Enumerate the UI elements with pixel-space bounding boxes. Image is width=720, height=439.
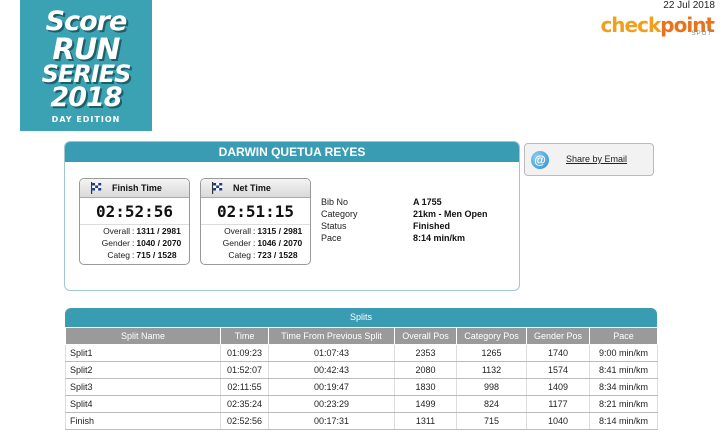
- logo-line-year: 2018: [50, 82, 122, 113]
- cell-category-pos: 715: [456, 412, 527, 430]
- athlete-panel: DARWIN QUETUA REYES Finish Time 02:52:56…: [64, 141, 520, 291]
- col-time-from-prev: Time From Previous Split: [268, 327, 395, 345]
- bib-value: A 1755: [413, 197, 442, 207]
- pace-value: 8:14 min/km: [413, 233, 466, 243]
- finish-overall-value: 1311 / 2981: [136, 226, 181, 236]
- cell-overall-pos: 2080: [394, 361, 457, 379]
- net-overall-value: 1315 / 2981: [257, 226, 303, 236]
- cell-overall-pos: 1830: [394, 378, 457, 396]
- bib-label: Bib No: [321, 197, 349, 207]
- cell-pace: 8:34 min/km: [589, 378, 658, 396]
- finish-time-label: Finish Time: [112, 183, 162, 193]
- cell-gender-pos: 1409: [526, 378, 590, 396]
- col-gender-pos: Gender Pos: [526, 327, 590, 345]
- net-time-label: Net Time: [233, 183, 271, 193]
- net-gender-value: 1046 / 2070: [257, 238, 303, 248]
- cell-overall-pos: 2353: [394, 344, 457, 362]
- checkered-flag-icon: [91, 182, 102, 194]
- cell-split-name: Split4: [65, 395, 221, 413]
- event-date: 22 Jul 2018: [663, 0, 715, 11]
- cell-gender-pos: 1177: [526, 395, 590, 413]
- cell-split-name: Split1: [65, 344, 221, 362]
- net-categ-label: Categ: [228, 250, 251, 260]
- table-row: Finish 02:52:56 00:17:31 1311 715 1040 8…: [65, 412, 658, 430]
- cell-time: 02:35:24: [220, 395, 269, 413]
- cell-pace: 8:14 min/km: [589, 412, 658, 430]
- checkpoint-spot-logo: checkpoint SPOT: [600, 13, 715, 39]
- cell-time: 01:09:23: [220, 344, 269, 362]
- col-split-name: Split Name: [65, 327, 221, 345]
- cell-time: 02:52:56: [220, 412, 269, 430]
- athlete-name: DARWIN QUETUA REYES: [65, 142, 519, 162]
- finish-categ-value: 715 / 1528: [136, 250, 177, 260]
- net-gender-label: Gender: [222, 238, 251, 248]
- col-pace: Pace: [589, 327, 658, 345]
- cell-gender-pos: 1040: [526, 412, 590, 430]
- net-overall-label: Overall: [224, 226, 251, 236]
- finish-gender-label: Gender: [101, 238, 130, 248]
- share-by-email-link[interactable]: Share by Email: [566, 154, 627, 164]
- finish-time-box: Finish Time 02:52:56 Overall:1311 / 2981…: [79, 178, 190, 265]
- cell-time: 01:52:07: [220, 361, 269, 379]
- cell-time: 02:11:55: [220, 378, 269, 396]
- splits-title: Splits: [65, 308, 657, 327]
- cell-overall-pos: 1499: [394, 395, 457, 413]
- finish-gender-value: 1040 / 2070: [136, 238, 182, 248]
- table-row: Split1 01:09:23 01:07:43 2353 1265 1740 …: [65, 344, 658, 362]
- status-label: Status: [321, 221, 347, 231]
- col-category-pos: Category Pos: [456, 327, 527, 345]
- table-row: Split2 01:52:07 00:42:43 2080 1132 1574 …: [65, 361, 658, 379]
- net-time-value: 02:51:15: [216, 202, 295, 221]
- cell-time-from-prev: 00:42:43: [268, 361, 395, 379]
- cell-split-name: Finish: [65, 412, 221, 430]
- cell-pace: 8:41 min/km: [589, 361, 658, 379]
- email-at-icon: @: [531, 151, 549, 169]
- cell-split-name: Split3: [65, 378, 221, 396]
- table-row: Split3 02:11:55 00:19:47 1830 998 1409 8…: [65, 378, 658, 396]
- cell-category-pos: 998: [456, 378, 527, 396]
- cell-pace: 8:21 min/km: [589, 395, 658, 413]
- cell-overall-pos: 1311: [394, 412, 457, 430]
- checkered-flag-icon: [212, 182, 223, 194]
- net-time-box: Net Time 02:51:15 Overall:1315 / 2981 Ge…: [200, 178, 311, 265]
- brand-part-1: check: [600, 13, 661, 37]
- col-overall-pos: Overall Pos: [394, 327, 457, 345]
- net-categ-value: 723 / 1528: [257, 250, 298, 260]
- cell-time-from-prev: 00:19:47: [268, 378, 395, 396]
- share-email-box[interactable]: @ Share by Email: [524, 143, 654, 176]
- cell-category-pos: 824: [456, 395, 527, 413]
- splits-table: Split Name Time Time From Previous Split…: [65, 327, 658, 430]
- cell-category-pos: 1265: [456, 344, 527, 362]
- athlete-info: Bib No A 1755 Category 21km - Men Open Sta…: [321, 196, 488, 244]
- cell-time-from-prev: 00:23:29: [268, 395, 395, 413]
- col-time: Time: [220, 327, 269, 345]
- status-value: Finished: [413, 221, 451, 231]
- cell-gender-pos: 1740: [526, 344, 590, 362]
- cell-category-pos: 1132: [456, 361, 527, 379]
- finish-overall-label: Overall: [103, 226, 130, 236]
- cell-pace: 9:00 min/km: [589, 344, 658, 362]
- cell-split-name: Split2: [65, 361, 221, 379]
- category-value: 21km - Men Open: [413, 209, 488, 219]
- logo-edition: DAY EDITION: [51, 115, 121, 124]
- finish-categ-label: Categ: [107, 250, 130, 260]
- pace-label: Pace: [321, 233, 342, 243]
- category-label: Category: [321, 209, 358, 219]
- cell-gender-pos: 1574: [526, 361, 590, 379]
- finish-time-value: 02:52:56: [95, 202, 174, 221]
- table-row: Split4 02:35:24 00:23:29 1499 824 1177 8…: [65, 395, 658, 413]
- brand-sub: SPOT: [691, 31, 712, 37]
- cell-time-from-prev: 01:07:43: [268, 344, 395, 362]
- cell-time-from-prev: 00:17:31: [268, 412, 395, 430]
- event-logo: Score RUN SERIES 2018 DAY EDITION: [20, 0, 152, 131]
- splits-section: Splits Split Name Time Time From Previou…: [65, 308, 658, 430]
